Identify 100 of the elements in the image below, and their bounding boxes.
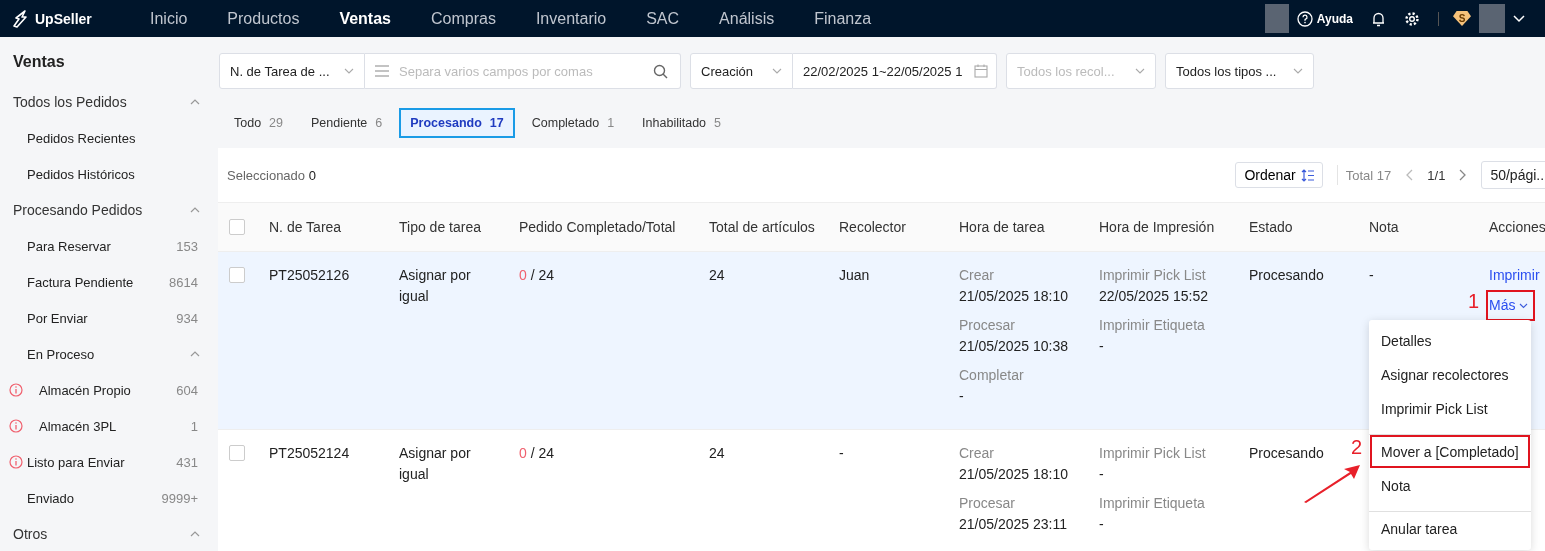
page-indicator: 1/1: [1427, 167, 1446, 183]
row-checkbox[interactable]: [229, 445, 245, 461]
sidebar-item[interactable]: Por Enviar 934: [0, 300, 218, 336]
step-number: 2: [1351, 436, 1363, 459]
date-range-field[interactable]: 22/02/2025 1~22/05/2025 1: [793, 53, 997, 89]
table-cell-text: -: [1369, 266, 1374, 285]
count: 8614: [169, 274, 198, 290]
chevron-down-icon: [1293, 68, 1303, 74]
step-number: 1: [1468, 291, 1480, 312]
table-cell-text: 0 / 24: [519, 444, 555, 463]
sidebar-item[interactable]: Enviado 9999+: [0, 480, 218, 516]
print-value: 22/05/2025 15:52: [1099, 287, 1208, 306]
time-value: 21/05/2025 23:11: [959, 515, 1068, 534]
print-value: -: [1099, 337, 1105, 356]
nav-tab[interactable]: Inventario: [520, 9, 622, 28]
sidebar-item[interactable]: Factura Pendiente 8614: [0, 264, 218, 300]
sidebar-item[interactable]: Almacén Propio 604: [0, 372, 218, 408]
search-field[interactable]: Separa varios campos por comas: [365, 53, 681, 89]
table-cell-text: PT25052124: [269, 444, 350, 463]
time-label: Procesar: [959, 494, 1017, 513]
sidebar-item[interactable]: Pedidos Históricos: [0, 156, 218, 192]
table-cell-text: PT25052126: [269, 266, 350, 285]
count: 604: [176, 382, 198, 398]
print-label: Imprimir Pick List: [1099, 444, 1206, 463]
menu-item[interactable]: Asignar recolectores: [1369, 358, 1531, 392]
status-tab[interactable]: Pendiente 6: [300, 108, 394, 138]
status-tab[interactable]: Completado 1: [520, 108, 626, 138]
sidebar-item[interactable]: En Proceso: [0, 336, 218, 372]
arrow-icon: [1302, 464, 1362, 504]
sidebar-group[interactable]: Procesando Pedidos: [0, 192, 218, 228]
column-header: Recolector: [839, 219, 907, 235]
column-header: Estado: [1249, 219, 1294, 235]
table-cell-text: Procesando: [1249, 444, 1324, 463]
column-header: Nota: [1369, 219, 1400, 235]
more-link[interactable]: Más: [1489, 293, 1533, 318]
chevron-down-icon: [344, 68, 354, 74]
brand-name: UpSeller: [35, 10, 92, 27]
time-label: Procesar: [959, 316, 1017, 335]
status-tab[interactable]: Procesando 17: [399, 108, 515, 138]
table-cell-text: Asignar por igual: [399, 266, 472, 306]
menu-item[interactable]: Imprimir Pick List: [1369, 392, 1531, 426]
row-checkbox[interactable]: [229, 267, 245, 283]
select-all-checkbox[interactable]: [229, 219, 245, 235]
list-icon: [375, 65, 389, 77]
chevron-down-icon: [1135, 68, 1145, 74]
print-link[interactable]: Imprimir: [1489, 265, 1540, 286]
type-select[interactable]: Todos los tipos ...: [1165, 53, 1314, 89]
sort-button[interactable]: Ordenar: [1235, 162, 1323, 188]
sidebar-group[interactable]: Otros: [0, 516, 218, 551]
help-link[interactable]: Ayuda: [1316, 11, 1353, 26]
table-cell-text: 24: [709, 444, 725, 463]
nav-tab[interactable]: Inicio: [135, 9, 203, 28]
status-tab[interactable]: Todo 29: [223, 108, 294, 138]
avatar: [1479, 4, 1505, 33]
count: 431: [176, 454, 198, 470]
menu-item[interactable]: Nota: [1369, 469, 1531, 503]
bell-icon[interactable]: [1371, 10, 1386, 27]
sidebar-item[interactable]: Listo para Enviar 431: [0, 444, 218, 480]
print-value: -: [1099, 465, 1105, 484]
chevron-down-icon[interactable]: [1513, 14, 1525, 23]
nav-tab[interactable]: Productos: [212, 9, 315, 28]
sidebar-item[interactable]: Pedidos Recientes: [0, 120, 218, 156]
count: 153: [176, 238, 198, 254]
status-tab[interactable]: Inhabilitado 5: [631, 108, 732, 138]
count: 9999+: [161, 490, 198, 506]
nav-tab[interactable]: Análisis: [704, 9, 790, 28]
avatar: [1264, 4, 1289, 33]
nav-tab[interactable]: Finanza: [799, 9, 887, 28]
selected-count: Seleccionado 0: [227, 167, 316, 183]
column-header: Hora de tarea: [959, 219, 1046, 235]
table-cell-text: Asignar por igual: [399, 444, 472, 484]
sidebar-item[interactable]: Para Reservar 153: [0, 228, 218, 264]
time-value: 21/05/2025 10:38: [959, 337, 1068, 356]
table-cell-text: 24: [709, 266, 725, 285]
menu-item[interactable]: Mover a [Completado]: [1369, 434, 1531, 469]
chevron-down-icon: [772, 68, 782, 74]
next-page-icon[interactable]: [1459, 169, 1468, 181]
chevron-down-icon: [1519, 302, 1529, 309]
column-header: Hora de Impresión: [1099, 219, 1216, 235]
sidebar-item[interactable]: Almacén 3PL 1: [0, 408, 218, 444]
sort-icon: [1300, 168, 1314, 182]
table-cell-text: Procesando: [1249, 266, 1324, 285]
nav-tab[interactable]: SAC: [631, 9, 695, 28]
page-size-select[interactable]: 50/pági...: [1481, 161, 1545, 189]
print-value: -: [1099, 515, 1105, 534]
nav-tab[interactable]: Ventas: [324, 9, 406, 28]
settings-icon[interactable]: [1404, 10, 1420, 27]
nav-tab[interactable]: Compras: [416, 9, 511, 28]
menu-item[interactable]: Anular tarea: [1369, 511, 1531, 546]
help-icon[interactable]: [1296, 10, 1313, 27]
search-icon[interactable]: [653, 63, 668, 79]
time-label: Crear: [959, 266, 995, 285]
field-select[interactable]: N. de Tarea de ...: [219, 53, 365, 89]
sidebar-title: Ventas: [12, 52, 66, 72]
menu-item[interactable]: Detalles: [1369, 324, 1531, 358]
date-type-select[interactable]: Creación: [690, 53, 793, 89]
time-value: 21/05/2025 18:10: [959, 465, 1068, 484]
print-label: Imprimir Pick List: [1099, 266, 1207, 285]
sidebar-group[interactable]: Todos los Pedidos: [0, 84, 218, 120]
column-header: Acciones: [1489, 219, 1545, 235]
